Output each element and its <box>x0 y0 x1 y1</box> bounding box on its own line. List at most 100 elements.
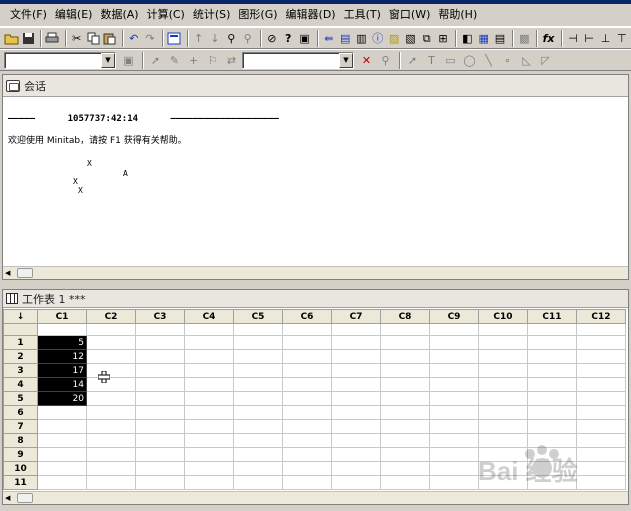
cell[interactable] <box>86 363 136 378</box>
cell[interactable] <box>331 405 381 420</box>
related-docs-icon[interactable]: ⧉ <box>420 30 434 47</box>
session-output[interactable]: ————— 1057737:42:14 ————————————————————… <box>3 98 628 266</box>
column-header-c11[interactable]: C11 <box>527 309 577 324</box>
cell[interactable] <box>184 433 234 448</box>
polyline-tool-icon[interactable]: ◺ <box>518 52 535 69</box>
cell[interactable] <box>135 461 185 476</box>
chevron-down-icon[interactable]: ▼ <box>339 52 353 68</box>
cell[interactable] <box>331 377 381 392</box>
cell[interactable] <box>576 335 626 350</box>
insert-rows-icon[interactable]: ⊢ <box>582 30 596 47</box>
cell[interactable] <box>184 447 234 462</box>
cell[interactable] <box>282 419 332 434</box>
copy-icon[interactable] <box>86 30 100 47</box>
cell[interactable] <box>527 335 577 350</box>
cell[interactable] <box>37 405 87 420</box>
column-name-cell[interactable] <box>478 323 528 336</box>
cell[interactable] <box>380 461 430 476</box>
cell[interactable] <box>380 419 430 434</box>
cell[interactable] <box>233 475 283 490</box>
zoom-icon[interactable]: ⚲ <box>377 52 394 69</box>
menu-stat[interactable]: 统计(S) <box>189 6 235 24</box>
select-arrow-icon[interactable]: ➚ <box>147 52 164 69</box>
column-header-c8[interactable]: C8 <box>380 309 430 324</box>
flag-icon[interactable]: ⚐ <box>204 52 221 69</box>
cell[interactable] <box>184 363 234 378</box>
cell[interactable] <box>576 419 626 434</box>
cell[interactable] <box>331 461 381 476</box>
row-header[interactable]: 5 <box>3 391 38 406</box>
scroll-left-icon[interactable]: ◀ <box>5 494 10 502</box>
cell[interactable] <box>429 405 479 420</box>
cell[interactable] <box>331 475 381 490</box>
crosshair-icon[interactable]: + <box>185 52 202 69</box>
cell[interactable] <box>331 433 381 448</box>
column-name-cell[interactable] <box>429 323 479 336</box>
menu-editor[interactable]: 编辑器(D) <box>282 6 340 24</box>
report-pad-icon[interactable]: ▧ <box>403 30 417 47</box>
cell[interactable] <box>576 377 626 392</box>
session-horizontal-scrollbar[interactable]: ◀ <box>3 266 628 279</box>
cell[interactable] <box>233 391 283 406</box>
cell[interactable] <box>86 391 136 406</box>
cell[interactable] <box>184 335 234 350</box>
column-header-c4[interactable]: C4 <box>184 309 234 324</box>
cell[interactable] <box>429 363 479 378</box>
menu-help[interactable]: 帮助(H) <box>434 6 481 24</box>
cell[interactable] <box>282 447 332 462</box>
cell[interactable] <box>331 447 381 462</box>
cell[interactable] <box>380 447 430 462</box>
column-header-c10[interactable]: C10 <box>478 309 528 324</box>
cell-c1[interactable]: 12 <box>37 349 87 364</box>
column-name-cell[interactable] <box>233 323 283 336</box>
graph-object-selector[interactable]: ▼ <box>242 51 354 69</box>
cell[interactable] <box>86 349 136 364</box>
cell[interactable] <box>429 419 479 434</box>
cell[interactable] <box>86 405 136 420</box>
cell-c1[interactable]: 5 <box>37 335 87 350</box>
data-entry-arrow-icon[interactable]: ↓ <box>3 309 38 324</box>
menu-window[interactable]: 窗口(W) <box>385 6 434 24</box>
cell[interactable] <box>233 433 283 448</box>
cell[interactable] <box>233 461 283 476</box>
row-header[interactable]: 2 <box>3 349 38 364</box>
cell[interactable] <box>233 363 283 378</box>
column-name-cell[interactable] <box>527 323 577 336</box>
scroll-thumb[interactable] <box>17 493 33 503</box>
cell[interactable] <box>135 363 185 378</box>
cell[interactable] <box>380 335 430 350</box>
menu-graph[interactable]: 图形(G) <box>234 6 281 24</box>
insert-cells-icon[interactable]: ⊣ <box>566 30 580 47</box>
column-header-c7[interactable]: C7 <box>331 309 381 324</box>
tile-icon[interactable]: ▦ <box>477 30 491 47</box>
cell[interactable] <box>37 461 87 476</box>
column-header-c3[interactable]: C3 <box>135 309 185 324</box>
column-header-c5[interactable]: C5 <box>233 309 283 324</box>
chevron-down-icon[interactable]: ▼ <box>101 52 115 68</box>
row-header[interactable]: 3 <box>3 363 38 378</box>
cell[interactable] <box>527 363 577 378</box>
cell[interactable] <box>429 377 479 392</box>
cell[interactable] <box>37 433 87 448</box>
print-icon[interactable] <box>45 30 59 47</box>
info-icon[interactable]: ⓘ <box>371 30 385 47</box>
cell[interactable] <box>86 419 136 434</box>
column-header-c1[interactable]: C1 <box>37 309 87 324</box>
polygon-tool-icon[interactable]: ◸ <box>537 52 554 69</box>
menu-data[interactable]: 数据(A) <box>96 6 142 24</box>
arrow-up-icon[interactable]: ↑ <box>192 30 206 47</box>
worksheet-titlebar[interactable]: 工作表 1 *** <box>3 290 628 308</box>
cell[interactable] <box>184 461 234 476</box>
graphs-icon[interactable]: ▥ <box>354 30 368 47</box>
column-header-c9[interactable]: C9 <box>429 309 479 324</box>
row-header[interactable]: 8 <box>3 433 38 448</box>
find-icon[interactable]: ⚲ <box>224 30 238 47</box>
cell[interactable] <box>429 349 479 364</box>
cell[interactable] <box>233 447 283 462</box>
menu-edit[interactable]: 编辑(E) <box>51 6 97 24</box>
text-tool-icon[interactable]: T <box>423 52 440 69</box>
column-name-cell[interactable] <box>331 323 381 336</box>
cell[interactable] <box>576 391 626 406</box>
ellipse-tool-icon[interactable]: ◯ <box>461 52 478 69</box>
cell[interactable] <box>282 335 332 350</box>
